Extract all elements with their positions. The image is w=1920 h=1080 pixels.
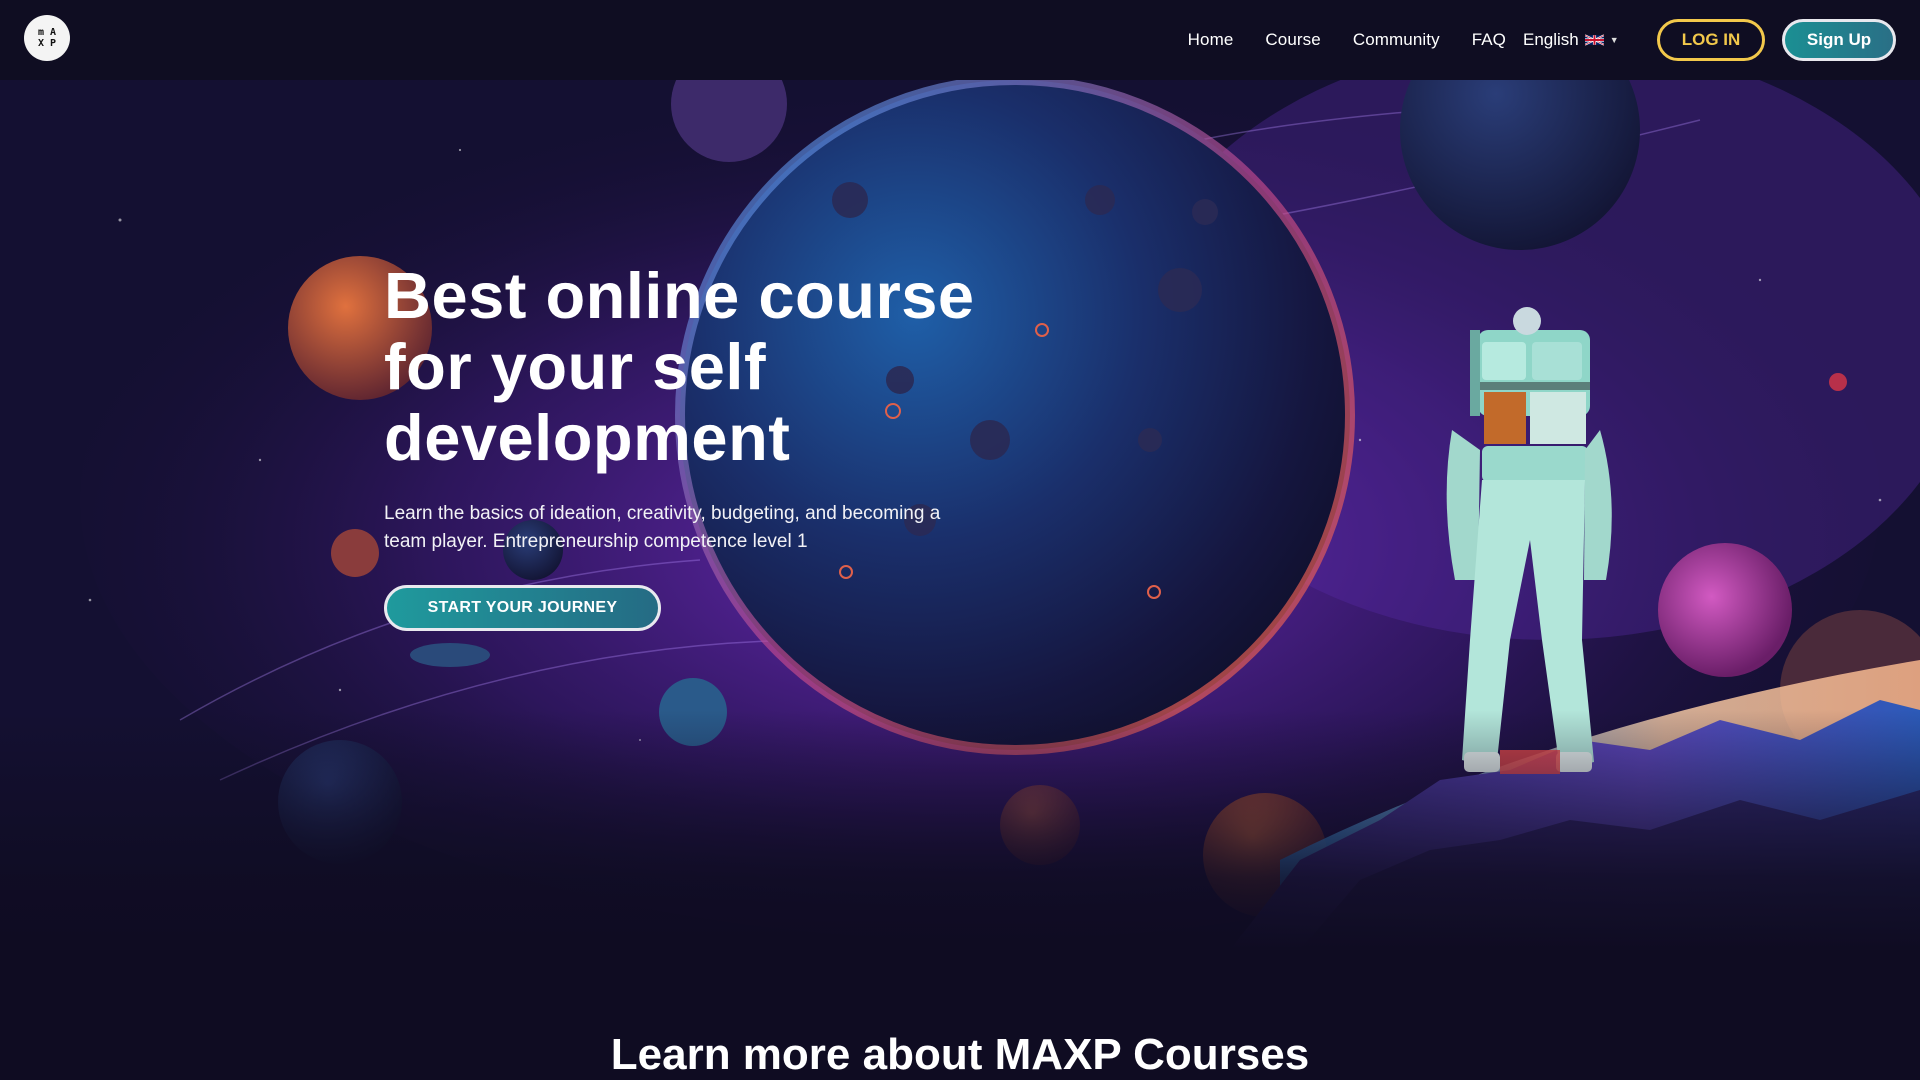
- main-nav: Home Course Community FAQ: [1188, 0, 1506, 80]
- start-journey-button[interactable]: START YOUR JOURNEY: [384, 585, 661, 631]
- top-navbar: m A X P Home Course Community FAQ Englis…: [0, 0, 1920, 80]
- login-button[interactable]: LOG IN: [1657, 19, 1765, 61]
- signup-button[interactable]: Sign Up: [1782, 19, 1896, 61]
- maxp-logo[interactable]: m A X P: [24, 15, 70, 61]
- logo-letter: P: [49, 38, 57, 49]
- logo-letter: m: [37, 27, 45, 38]
- nav-community-link[interactable]: Community: [1353, 30, 1440, 50]
- logo-letter: X: [37, 38, 45, 49]
- hero-subtitle: Learn the basics of ideation, creativity…: [384, 503, 941, 552]
- caret-down-icon: ▼: [1609, 35, 1619, 45]
- nav-home-link[interactable]: Home: [1188, 30, 1234, 50]
- hero-bottom-fade: [0, 710, 1920, 950]
- nav-faq-link[interactable]: FAQ: [1472, 30, 1506, 50]
- nav-course-link[interactable]: Course: [1265, 30, 1320, 50]
- hero-section: Best online course for your self develop…: [0, 80, 1920, 950]
- logo-letter: A: [49, 27, 57, 38]
- courses-section-title: Learn more about MAXP Courses: [610, 1030, 1310, 1079]
- hero-title: Best online course for your self develop…: [384, 259, 975, 474]
- uk-flag-icon: [1584, 34, 1604, 46]
- landing-page: m A X P Home Course Community FAQ Englis…: [0, 0, 1920, 1080]
- language-selector[interactable]: English ▼: [1523, 30, 1619, 50]
- language-label: English: [1523, 30, 1579, 49]
